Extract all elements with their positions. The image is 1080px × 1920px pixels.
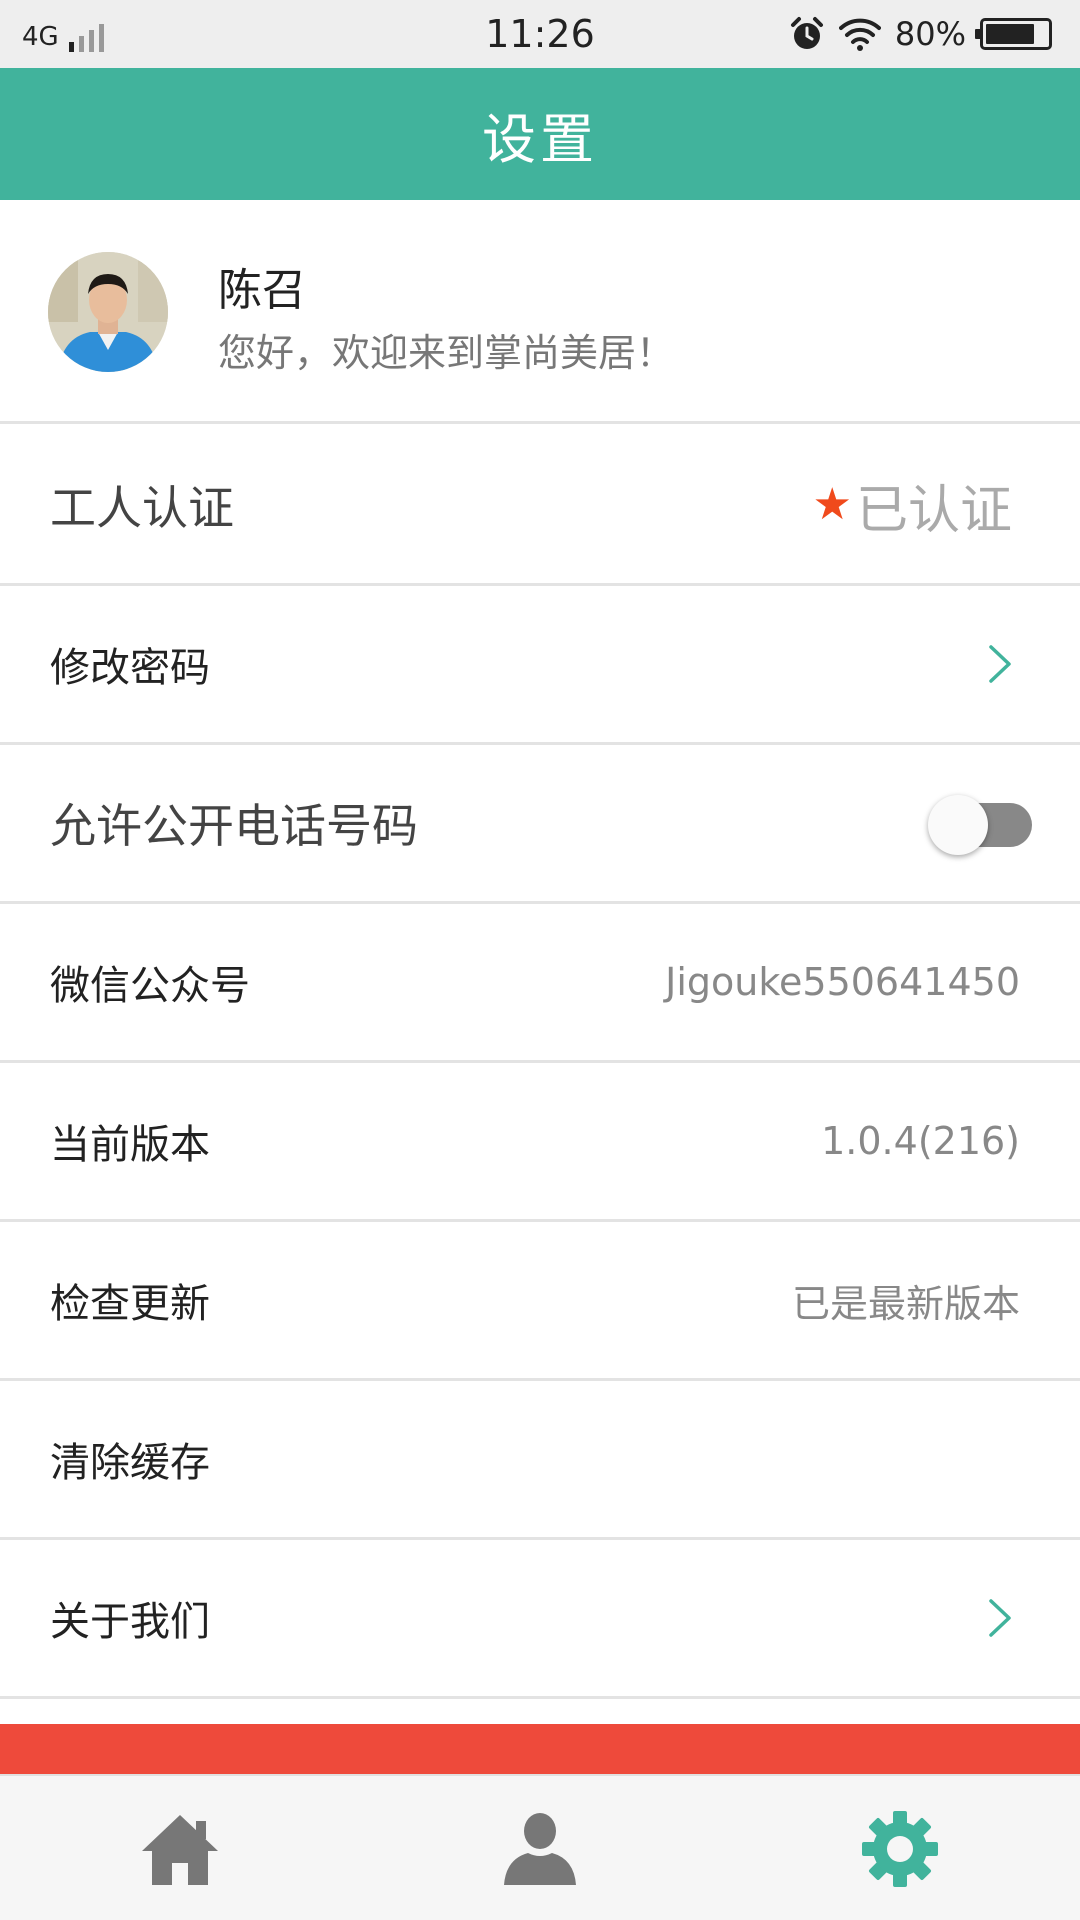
avatar[interactable] xyxy=(48,252,168,372)
bottom-nav xyxy=(0,1774,1080,1920)
change-password-label: 修改密码 xyxy=(50,645,210,691)
toggle-knob xyxy=(928,795,988,855)
profile-greeting: 您好，欢迎来到掌尚美居！ xyxy=(218,331,675,375)
wifi-icon xyxy=(838,18,881,51)
logout-button[interactable] xyxy=(0,1724,1080,1774)
status-right: 80% xyxy=(789,14,1052,54)
about-us-label: 关于我们 xyxy=(50,1599,210,1645)
nav-profile[interactable] xyxy=(460,1776,620,1920)
row-about-us[interactable]: 关于我们 xyxy=(0,1540,1080,1699)
profile-card[interactable]: 陈召 您好，欢迎来到掌尚美居！ xyxy=(0,202,1080,424)
version-label: 当前版本 xyxy=(50,1122,210,1168)
chevron-right-icon xyxy=(980,1540,1020,1696)
gear-icon xyxy=(862,1811,938,1887)
version-value: 1.0.4(216) xyxy=(821,1119,1020,1163)
wechat-label: 微信公众号 xyxy=(50,963,250,1009)
worker-cert-status: ★ 已认证 xyxy=(813,427,1012,583)
check-update-value: 已是最新版本 xyxy=(791,1281,1020,1326)
worker-cert-status-text: 已认证 xyxy=(855,480,1012,541)
battery-fill xyxy=(986,24,1034,44)
clear-cache-label: 清除缓存 xyxy=(50,1440,210,1486)
chevron-right-icon xyxy=(980,586,1020,742)
profile-name: 陈召 xyxy=(218,265,306,316)
wechat-value: Jigouke550641450 xyxy=(665,960,1020,1004)
public-phone-label: 允许公开电话号码 xyxy=(50,799,418,853)
row-worker-certification[interactable]: 工人认证 ★ 已认证 xyxy=(0,427,1080,586)
public-phone-toggle[interactable] xyxy=(928,795,1032,855)
user-icon xyxy=(504,1813,576,1885)
page-title: 设置 xyxy=(482,107,598,171)
battery-percent: 80% xyxy=(894,15,966,53)
star-icon: ★ xyxy=(812,479,852,530)
row-public-phone: 允许公开电话号码 xyxy=(0,745,1080,904)
row-wechat: 微信公众号 Jigouke550641450 xyxy=(0,904,1080,1063)
row-clear-cache[interactable]: 清除缓存 xyxy=(0,1381,1080,1540)
row-check-update[interactable]: 检查更新 已是最新版本 xyxy=(0,1222,1080,1381)
avatar-image xyxy=(48,252,168,372)
home-icon xyxy=(142,1815,218,1885)
nav-settings[interactable] xyxy=(820,1776,980,1920)
check-update-label: 检查更新 xyxy=(50,1281,210,1327)
row-change-password[interactable]: 修改密码 xyxy=(0,586,1080,745)
status-bar: 4G 11:26 80% xyxy=(0,0,1080,68)
app-header: 设置 xyxy=(0,68,1080,200)
alarm-icon xyxy=(790,17,823,49)
worker-cert-label: 工人认证 xyxy=(50,481,234,535)
nav-home[interactable] xyxy=(100,1776,260,1920)
row-version: 当前版本 1.0.4(216) xyxy=(0,1063,1080,1222)
battery-icon xyxy=(975,18,1052,50)
